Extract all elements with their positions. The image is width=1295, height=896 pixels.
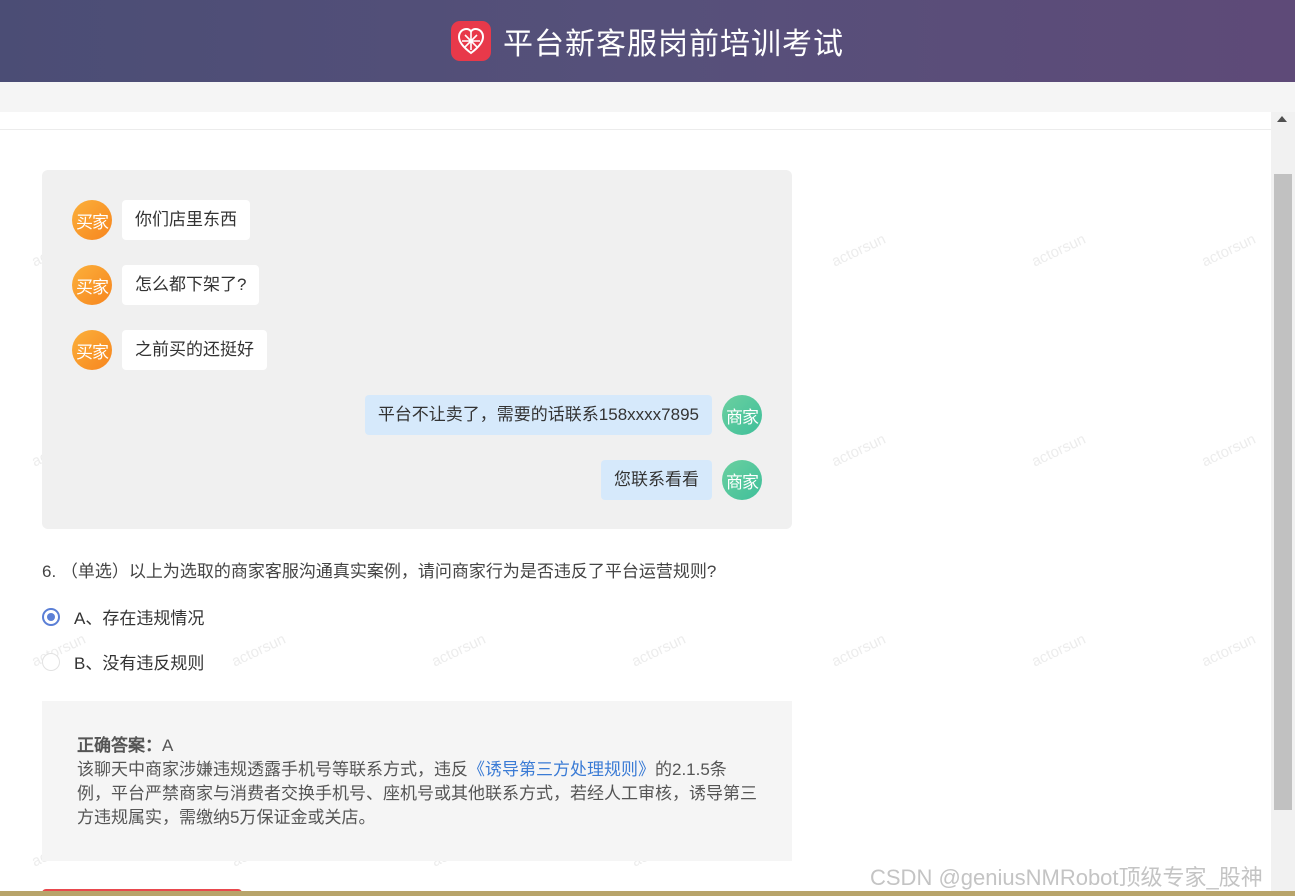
answer-panel: 正确答案：A 该聊天中商家涉嫌违规透露手机号等联系方式，违反《诱导第三方处理规则… [42,701,792,861]
watermark: actorsun [229,630,289,671]
watermark: actorsun [629,630,689,671]
seller-avatar: 商家 [722,395,762,435]
chat-transcript: 买家 你们店里东西 买家 怎么都下架了? 买家 之前买的还挺好 平台不让卖了，需… [42,170,792,529]
explanation-text: 该聊天中商家涉嫌违规透露手机号等联系方式，违反 [77,760,468,779]
watermark: actorsun [429,630,489,671]
chat-bubble: 您联系看看 [601,460,712,500]
radio-unchecked-icon[interactable] [42,652,60,671]
scroll-thumb[interactable] [1274,174,1292,810]
rule-link[interactable]: 《诱导第三方处理规则》 [468,760,655,779]
chat-message-seller: 您联系看看 商家 [601,460,762,500]
option-a[interactable]: A、存在违规情况 [42,604,204,629]
page-title: 平台新客服岗前培训考试 [503,28,844,61]
watermark: actorsun [1199,230,1259,271]
watermark: actorsun [829,630,889,671]
watermark: actorsun [1029,430,1089,471]
bottom-strip [0,891,1295,896]
watermark: actorsun [829,230,889,271]
chat-bubble: 平台不让卖了，需要的话联系158xxxx7895 [364,395,712,435]
radio-checked-icon[interactable] [42,607,60,626]
correct-answer-value: A [162,736,174,755]
option-b[interactable]: B、没有违反规则 [42,649,204,674]
watermark: actorsun [829,430,889,471]
exam-content: actorsun actorsun actorsun actorsun acto… [0,112,1271,896]
chat-bubble: 之前买的还挺好 [122,330,267,370]
chat-message-buyer: 买家 怎么都下架了? [72,265,260,305]
option-label: A、存在违规情况 [74,609,205,628]
watermark: actorsun [1029,230,1089,271]
chat-bubble: 怎么都下架了? [122,265,260,305]
temu-logo-icon [451,21,491,61]
csdn-watermark: CSDN @geniusNMRobot顶级专家_股神 [870,865,1263,890]
buyer-avatar: 买家 [72,265,112,305]
option-label: B、没有违反规则 [74,654,205,673]
question-text: 6. （单选）以上为选取的商家客服沟通真实案例，请问商家行为是否违反了平台运营规… [42,562,717,581]
divider [0,129,1271,130]
watermark: actorsun [1199,630,1259,671]
watermark: actorsun [1029,630,1089,671]
chat-message-buyer: 买家 之前买的还挺好 [72,330,267,370]
chat-message-seller: 平台不让卖了，需要的话联系158xxxx7895 商家 [364,395,762,435]
seller-avatar: 商家 [722,460,762,500]
page-header: 平台新客服岗前培训考试 [0,0,1295,82]
correct-answer-label: 正确答案： [77,736,162,755]
scroll-up-arrow-icon[interactable] [1277,116,1287,122]
chat-bubble: 你们店里东西 [122,200,250,240]
buyer-avatar: 买家 [72,330,112,370]
chat-message-buyer: 买家 你们店里东西 [72,200,250,240]
buyer-avatar: 买家 [72,200,112,240]
correct-answer: 正确答案：A [77,731,173,756]
scrollbar[interactable] [1271,112,1295,896]
watermark: actorsun [1199,430,1259,471]
answer-explanation: 该聊天中商家涉嫌违规透露手机号等联系方式，违反《诱导第三方处理规则》的2.1.5… [77,758,757,830]
